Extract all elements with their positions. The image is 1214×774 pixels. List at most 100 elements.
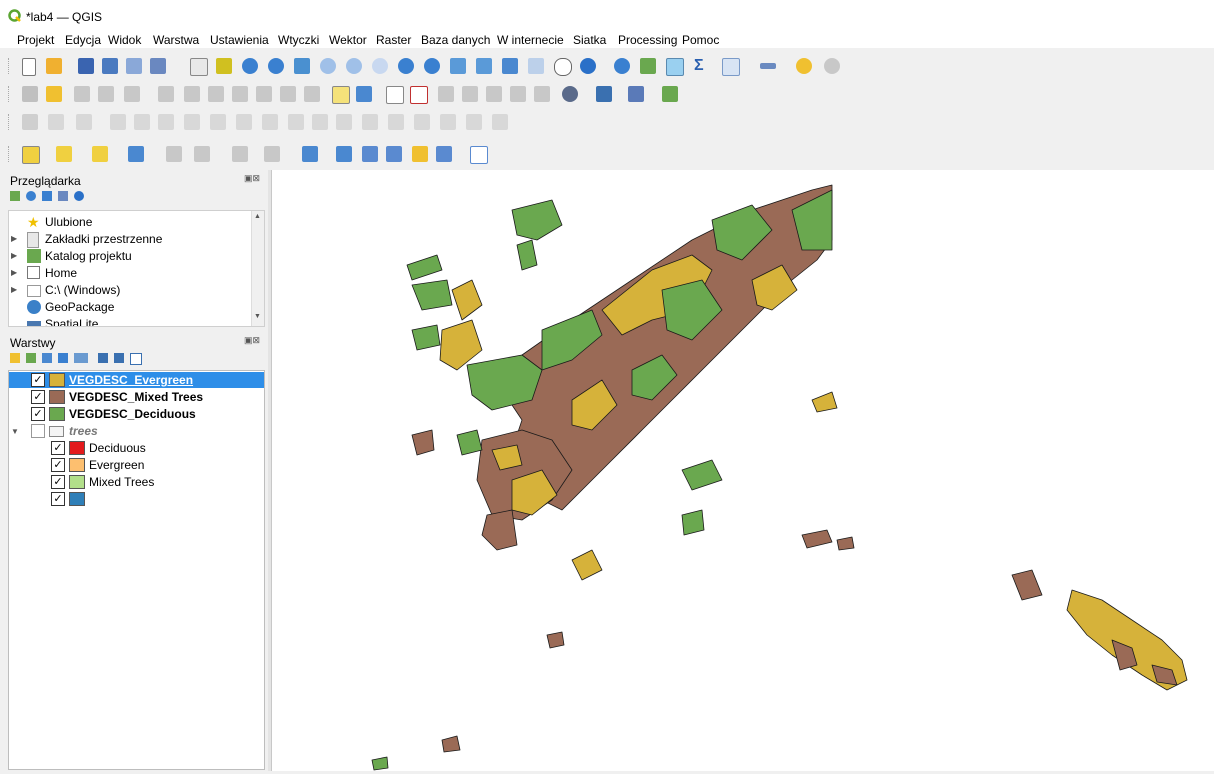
attribute-table-icon[interactable] [640,58,656,74]
menu-baza-danych[interactable]: Baza danych [421,33,490,47]
sigma-statistics-icon[interactable]: Σ [694,58,710,74]
remove-layer-icon[interactable] [130,353,142,365]
vertex-tool-icon[interactable] [124,86,140,102]
field-calculator-icon[interactable] [166,146,182,162]
menu-processing[interactable]: Processing [618,33,677,47]
filter-expression-icon[interactable] [74,353,88,363]
class-row-evergreen[interactable]: ✓ Evergreen [9,457,264,473]
menu-w-internecie[interactable]: W internecie [497,33,564,47]
geometry-checker-icon[interactable] [662,86,678,102]
offset-curve-icon[interactable] [288,114,304,130]
move-label-icon[interactable] [438,86,454,102]
filter-legend-icon[interactable] [58,353,68,363]
expand-arrow-icon[interactable]: ▶ [11,231,17,247]
panel-float-close-icon[interactable]: ▣⊠ [244,335,260,346]
redo-icon[interactable] [304,86,320,102]
add-ring-icon[interactable] [134,114,150,130]
collapse-all-icon[interactable] [58,191,68,201]
menu-widok[interactable]: Widok [108,33,141,47]
toolbar-grip[interactable] [8,86,12,102]
modify-attributes-icon[interactable] [158,86,174,102]
select-location-icon[interactable] [128,146,144,162]
fill-ring-icon[interactable] [184,114,200,130]
layer-checkbox[interactable]: ✓ [31,390,45,404]
toolbar-grip[interactable] [8,114,12,130]
layer-styling-icon[interactable] [10,353,20,363]
identify-features-icon[interactable] [614,58,630,74]
class-checkbox[interactable]: ✓ [51,492,65,506]
menu-warstwa[interactable]: Warstwa [153,33,199,47]
layer-checkbox[interactable]: ✓ [31,373,45,387]
browser-item-home[interactable]: ▶ Home [9,265,264,281]
panel-float-close-icon[interactable]: ▣⊠ [244,173,260,184]
save-as-icon[interactable] [102,58,118,74]
filter-icon[interactable] [42,191,52,201]
deselect-all-icon[interactable] [92,146,108,162]
menu-projekt[interactable]: Projekt [17,33,54,47]
expand-all-icon[interactable] [98,353,108,363]
pin-labels-icon[interactable] [386,86,404,104]
open-project-icon[interactable] [46,58,62,74]
refresh-browser-icon[interactable] [26,191,36,201]
rotate-feature-icon[interactable] [76,114,92,130]
simplify-feature-icon[interactable] [110,114,126,130]
toggle-editing-pencil-icon[interactable] [46,86,62,102]
collapse-all-layers-icon[interactable] [114,353,124,363]
class-row-deciduous[interactable]: ✓ Deciduous [9,440,264,456]
manage-themes-icon[interactable] [42,353,52,363]
zoom-selection-icon[interactable] [346,58,362,74]
pan-to-selection-icon[interactable] [216,58,232,74]
annotation-icon[interactable] [824,58,840,74]
menu-edycja[interactable]: Edycja [65,33,101,47]
add-layer-icon[interactable] [10,191,20,201]
zoom-full-icon[interactable] [294,58,310,74]
new-map-view-icon[interactable] [450,58,466,74]
menu-pomoc[interactable]: Pomoc [682,33,719,47]
new-3d-view-icon[interactable] [476,58,492,74]
toolbar-grip[interactable] [8,58,12,74]
zoom-next-icon[interactable] [424,58,440,74]
stats-summary-icon[interactable] [232,146,248,162]
add-feature-icon[interactable] [98,86,114,102]
toolbar-grip[interactable] [8,146,12,162]
style-manager-icon[interactable] [150,58,166,74]
open-field-calc-icon[interactable] [194,146,210,162]
reshape-icon[interactable] [262,114,278,130]
undo-icon[interactable] [280,86,296,102]
expand-arrow-icon[interactable]: ▶ [11,248,17,264]
shape-digitize-icon[interactable] [492,114,508,130]
globe-plugin-icon[interactable] [562,86,578,102]
info-icon[interactable] [74,191,84,201]
layer-checkbox[interactable]: ✓ [31,407,45,421]
current-edits-icon[interactable] [22,86,38,102]
change-label-icon[interactable] [486,86,502,102]
cad-tools-icon[interactable] [22,114,38,130]
browser-item-drive[interactable]: ▶ C:\ (Windows) [9,282,264,298]
help-icon[interactable] [628,86,644,102]
label-properties-icon[interactable] [534,86,550,102]
save-edits-icon[interactable] [74,86,90,102]
add-circle-icon[interactable] [386,146,402,162]
measure-icon[interactable] [722,58,740,76]
expand-arrow-icon[interactable]: ▶ [11,265,17,281]
label-abc-icon[interactable] [332,86,350,104]
browser-item-katalog[interactable]: ▶ Katalog projektu [9,248,264,264]
map-canvas[interactable] [271,170,1214,771]
select-pointer-icon[interactable] [336,146,352,162]
add-group-icon[interactable] [26,353,36,363]
text-annotation-icon[interactable] [302,146,318,162]
rotate-symbols-icon[interactable] [466,114,482,130]
print-layout-icon[interactable] [126,58,142,74]
layer-group-trees[interactable]: ▼ trees [9,423,264,439]
zoom-layer-icon[interactable] [320,58,336,74]
zoom-native-icon[interactable] [372,58,388,74]
zoom-out-icon[interactable] [268,58,284,74]
save-project-icon[interactable] [78,58,94,74]
select-by-value-icon[interactable] [56,146,72,162]
text-frame-icon[interactable] [436,146,452,162]
delete-selected-icon[interactable] [184,86,200,102]
measure-area-icon[interactable] [264,146,280,162]
copy-features-icon[interactable] [232,86,248,102]
refresh-icon[interactable] [580,58,596,74]
pan-hand-icon[interactable] [190,58,208,76]
